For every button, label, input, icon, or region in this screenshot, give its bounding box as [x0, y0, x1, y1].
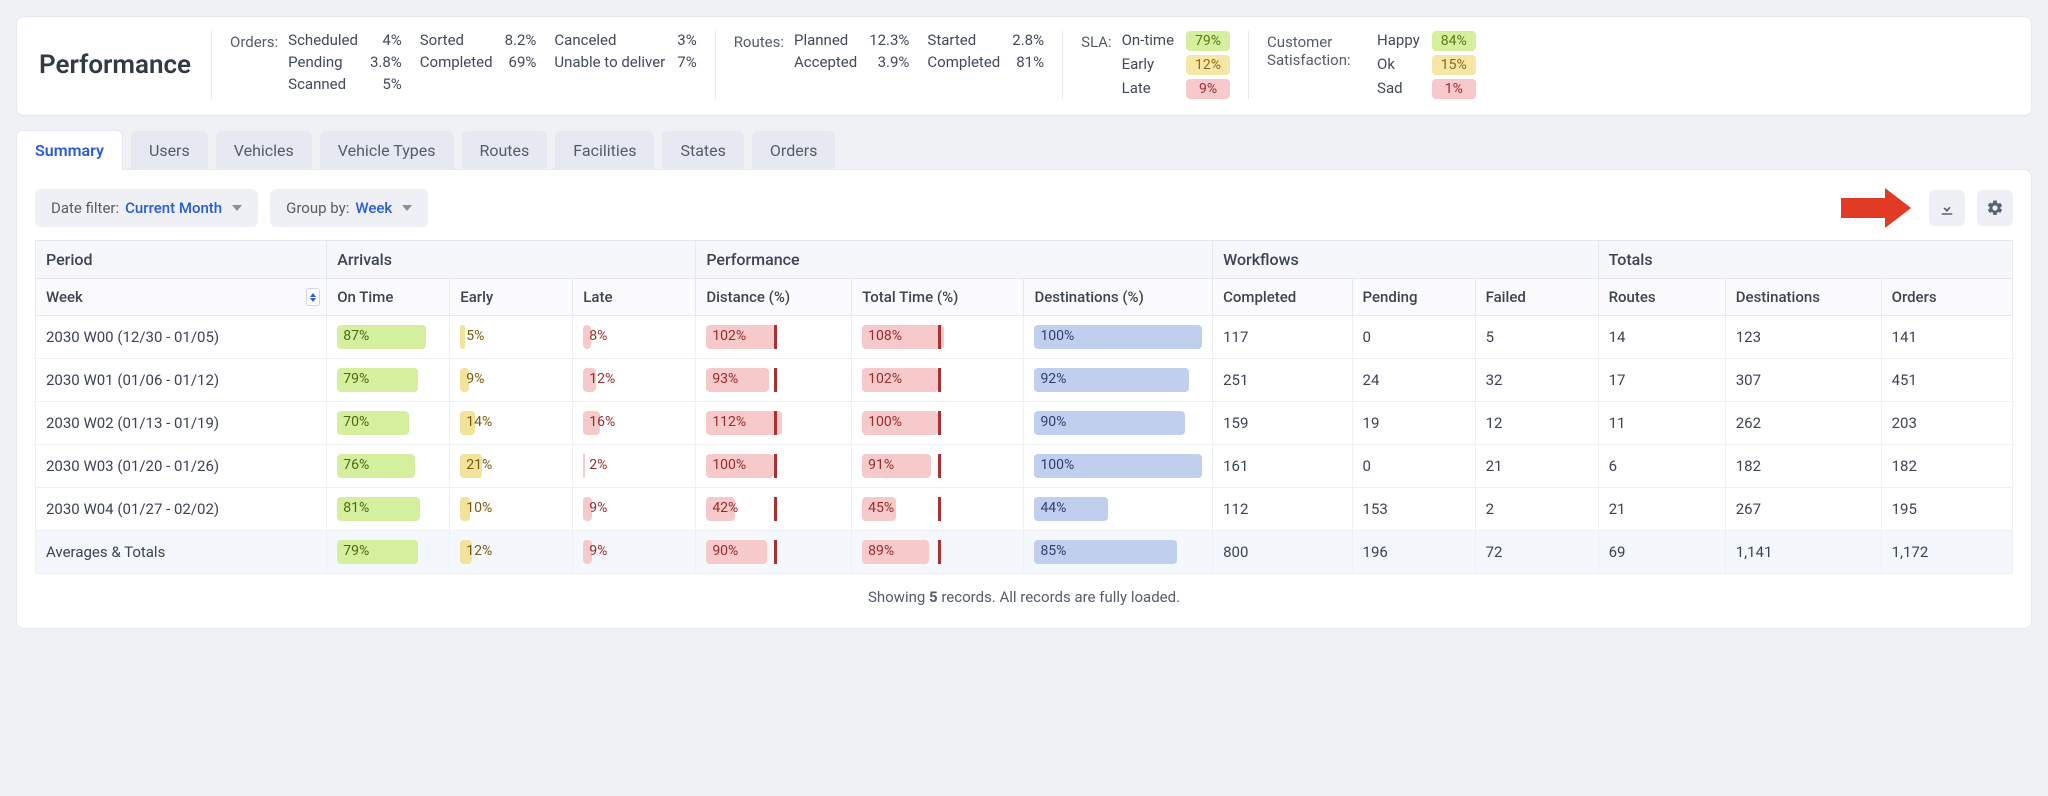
- stats-orders: Orders: Scheduled4% Pending3.8% Scanned5…: [211, 31, 715, 99]
- stats-csat: Customer Satisfaction: Happy84% Ok15% Sa…: [1248, 31, 1494, 99]
- table-row: 2030 W01 (01/06 - 01/12)79%9%12%93%102%9…: [36, 359, 2013, 402]
- col-week[interactable]: Week: [36, 279, 327, 316]
- colgroup-totals: Totals: [1598, 241, 2012, 279]
- stats-csat-label: Customer Satisfaction:: [1267, 31, 1367, 69]
- sla-late-badge: 9%: [1186, 79, 1230, 99]
- stats-orders-label: Orders:: [230, 31, 278, 51]
- callout-arrow-icon: [1841, 188, 1911, 228]
- col-total-time-[interactable]: Total Time (%): [852, 279, 1024, 316]
- colgroup-workflows: Workflows: [1213, 241, 1599, 279]
- col-distance-[interactable]: Distance (%): [696, 279, 852, 316]
- table-row: 2030 W03 (01/20 - 01/26)76%21%2%100%91%1…: [36, 445, 2013, 488]
- date-filter-select[interactable]: Date filter: Current Month: [35, 189, 258, 227]
- col-late[interactable]: Late: [573, 279, 696, 316]
- tab-vehicle-types[interactable]: Vehicle Types: [320, 131, 454, 170]
- stats-sla-label: SLA:: [1081, 31, 1112, 51]
- col-orders[interactable]: Orders: [1881, 279, 2012, 316]
- table-row: 2030 W00 (12/30 - 01/05)87%5%8%102%108%1…: [36, 316, 2013, 359]
- sla-early-badge: 12%: [1186, 55, 1230, 75]
- csat-ok-badge: 15%: [1432, 55, 1476, 75]
- summary-table: PeriodArrivalsPerformanceWorkflowsTotals…: [35, 240, 2013, 574]
- colgroup-period: Period: [36, 241, 327, 279]
- table-row: 2030 W02 (01/13 - 01/19)70%14%16%112%100…: [36, 402, 2013, 445]
- colgroup-performance: Performance: [696, 241, 1213, 279]
- sort-indicator-icon[interactable]: [306, 288, 320, 306]
- group-by-select[interactable]: Group by: Week: [270, 189, 428, 227]
- settings-button[interactable]: [1977, 190, 2013, 226]
- performance-header: Performance Orders: Scheduled4% Pending3…: [16, 16, 2032, 116]
- col-destinations-[interactable]: Destinations (%): [1024, 279, 1213, 316]
- csat-happy-badge: 84%: [1432, 31, 1476, 51]
- stats-routes-label: Routes:: [734, 31, 784, 51]
- summary-panel: Date filter: Current Month Group by: Wee…: [16, 169, 2032, 629]
- stats-routes: Routes: Planned12.3% Accepted3.9% Starte…: [715, 31, 1062, 99]
- col-on-time[interactable]: On Time: [327, 279, 450, 316]
- tab-facilities[interactable]: Facilities: [555, 131, 654, 170]
- tab-bar: SummaryUsersVehiclesVehicle TypesRoutesF…: [16, 130, 2032, 170]
- table-footer-note: Showing 5 records. All records are fully…: [35, 588, 2013, 606]
- chevron-down-icon: [402, 205, 412, 211]
- header-stats: Orders: Scheduled4% Pending3.8% Scanned5…: [211, 31, 2009, 99]
- tab-vehicles[interactable]: Vehicles: [216, 131, 312, 170]
- col-failed[interactable]: Failed: [1475, 279, 1598, 316]
- col-pending[interactable]: Pending: [1352, 279, 1475, 316]
- tab-routes[interactable]: Routes: [462, 131, 548, 170]
- col-early[interactable]: Early: [450, 279, 573, 316]
- gear-icon: [1986, 199, 2004, 217]
- toolbar: Date filter: Current Month Group by: Wee…: [35, 188, 2013, 228]
- table-totals-row: Averages & Totals79%12%9%90%89%85%800196…: [36, 531, 2013, 574]
- tab-summary[interactable]: Summary: [16, 130, 123, 170]
- tab-states[interactable]: States: [662, 131, 743, 170]
- csat-sad-badge: 1%: [1432, 79, 1476, 99]
- col-destinations[interactable]: Destinations: [1725, 279, 1881, 316]
- col-routes[interactable]: Routes: [1598, 279, 1725, 316]
- stats-sla: SLA: On-time79% Early12% Late9%: [1062, 31, 1248, 99]
- sla-ontime-badge: 79%: [1186, 31, 1230, 51]
- colgroup-arrivals: Arrivals: [327, 241, 696, 279]
- table-row: 2030 W04 (01/27 - 02/02)81%10%9%42%45%44…: [36, 488, 2013, 531]
- col-completed[interactable]: Completed: [1213, 279, 1352, 316]
- tab-users[interactable]: Users: [131, 131, 208, 170]
- download-button[interactable]: [1929, 190, 1965, 226]
- tab-orders[interactable]: Orders: [752, 131, 835, 170]
- download-icon: [1938, 199, 1956, 217]
- chevron-down-icon: [232, 205, 242, 211]
- page-title: Performance: [39, 50, 191, 80]
